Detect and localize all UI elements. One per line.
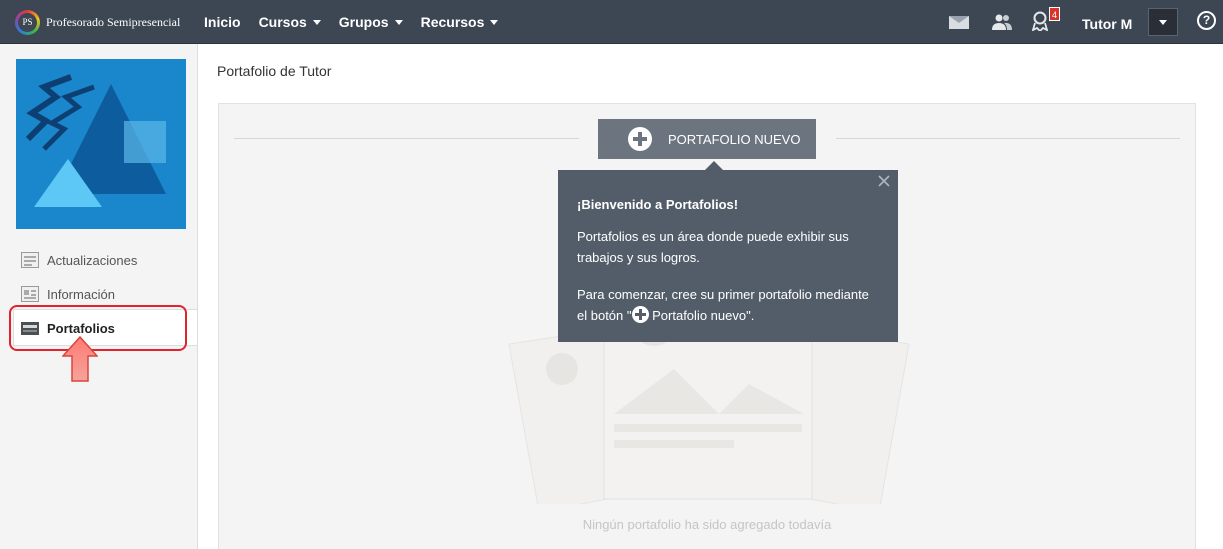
empty-state-message: Ningún portafolio ha sido agregado todav… (582, 517, 832, 532)
welcome-tooltip: ¡Bienvenido a Portafolios! Portafolios e… (558, 161, 898, 342)
tooltip-button-reference: Portafolio nuevo (652, 308, 747, 323)
plus-circle-icon (631, 306, 649, 323)
caret-down-icon (1159, 19, 1167, 25)
brand-link[interactable]: PS Profesorado Semipresencial (15, 8, 180, 36)
sidebar-item-actualizaciones[interactable]: Actualizaciones (21, 249, 137, 271)
nav-item-inicio[interactable]: Inicio (204, 14, 241, 30)
portfolio-panel: PORTAFOLIO NUEVO ¡Bienvenido a Portafoli… (218, 103, 1196, 549)
updates-icon (21, 252, 39, 268)
user-name[interactable]: Tutor M (1082, 16, 1132, 32)
caret-down-icon (490, 19, 499, 25)
page-title: Portafolio de Tutor (217, 63, 332, 79)
main-nav: Inicio Cursos Grupos Recursos (204, 0, 516, 44)
brand-logo-icon: PS (15, 9, 40, 35)
brand-logo-text: PS (18, 12, 37, 32)
caret-down-icon (312, 19, 321, 25)
new-portfolio-button-label: PORTAFOLIO NUEVO (668, 131, 801, 147)
brand-name: Profesorado Semipresencial (46, 14, 181, 29)
cover-art (25, 74, 166, 207)
nav-item-label: Grupos (338, 14, 389, 30)
caret-down-icon (394, 19, 403, 25)
tooltip-title: ¡Bienvenido a Portafolios! (577, 197, 739, 212)
sidebar-item-informacion[interactable]: Información (21, 283, 115, 305)
notifications-icon[interactable] (1032, 11, 1048, 31)
new-portfolio-button[interactable]: PORTAFOLIO NUEVO (598, 119, 816, 159)
nav-item-label: Cursos (258, 14, 307, 30)
tooltip-paragraph: Portafolios es un área donde puede exhib… (577, 229, 849, 265)
notification-count-badge: 4 (1049, 7, 1060, 21)
top-navigation-bar: PS Profesorado Semipresencial Inicio Cur… (0, 0, 1223, 44)
divider-line (836, 138, 1180, 139)
sidebar: Actualizaciones Información Portafolios (0, 44, 197, 549)
info-card-icon (21, 286, 39, 302)
close-icon[interactable] (876, 173, 892, 189)
empty-portfolios-illustration (508, 324, 910, 504)
annotation-arrow-up-icon (62, 336, 98, 382)
sidebar-item-label: Información (47, 286, 115, 302)
plus-circle-icon (628, 127, 652, 151)
nav-item-recursos[interactable]: Recursos (421, 14, 499, 30)
nav-item-cursos[interactable]: Cursos (259, 14, 321, 30)
people-icon[interactable] (992, 13, 1012, 31)
user-menu-button[interactable] (1148, 8, 1178, 36)
tooltip-paragraph: Para comenzar, cree su primer portafolio… (577, 284, 879, 326)
main-content: Portafolio de Tutor PORTAFOLIO NUEVO ¡Bi… (197, 44, 1223, 549)
nav-item-grupos[interactable]: Grupos (339, 14, 403, 30)
help-icon[interactable]: ? (1197, 11, 1216, 30)
sidebar-item-label: Actualizaciones (47, 252, 138, 268)
nav-item-label: Recursos (420, 14, 485, 30)
profile-cover-image (16, 59, 186, 229)
divider-line (234, 138, 579, 139)
nav-item-label: Inicio (204, 14, 241, 30)
mail-icon[interactable] (949, 16, 969, 29)
tooltip-text: ". (746, 308, 755, 323)
highlight-outline (9, 305, 187, 351)
